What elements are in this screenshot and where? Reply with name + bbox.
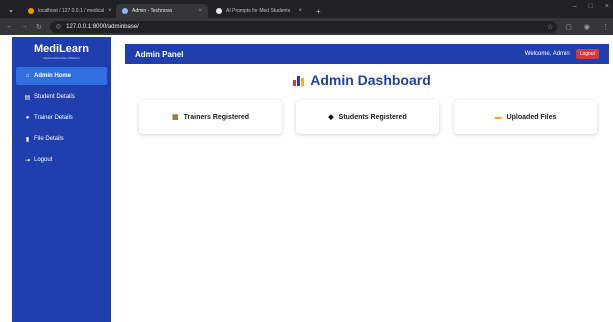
admin-header: Admin Panel Welcome, Admin Logout <box>125 44 609 64</box>
sidebar-item-label: File Details <box>34 136 64 142</box>
tab-favicon-icon <box>28 8 34 14</box>
extensions-icon[interactable]: ▢ <box>565 23 572 31</box>
sidebar-nav: ⌂ Admin Home ▤ Student Details ● Trainer… <box>12 65 111 169</box>
main-content: Admin Panel Welcome, Admin Logout Admin … <box>111 37 613 322</box>
card-label: Students Registered <box>338 113 407 121</box>
brand-name: MediLearn <box>33 42 89 55</box>
tab-label: localhost / 127.0.0.1 / medical <box>38 8 105 14</box>
logout-button[interactable]: Logout <box>575 49 599 59</box>
tab-close-icon[interactable]: × <box>198 8 202 14</box>
card-uploaded-files[interactable]: ▬ Uploaded Files <box>454 100 597 134</box>
sidebar-item-file-details[interactable]: ▮ File Details <box>16 130 107 148</box>
tab-label: Admin - Technova <box>132 8 172 14</box>
bookmark-star-icon[interactable]: ☆ <box>547 23 553 31</box>
sidebar-item-label: Admin Home <box>34 73 72 79</box>
brand-logo[interactable]: MediLearn Medical Education Platform <box>12 37 111 65</box>
reload-icon[interactable]: ↻ <box>36 23 42 31</box>
url-text: 127.0.0.1:8000/adminbase/ <box>66 23 139 30</box>
tab-close-icon[interactable]: × <box>108 8 112 14</box>
welcome-text: Welcome, Admin <box>524 51 570 57</box>
sidebar-item-label: Logout <box>34 157 53 163</box>
profile-icon[interactable]: ◉ <box>584 23 590 31</box>
new-tab-icon: + <box>316 6 321 16</box>
tab-label: AI Prompts for Med Students <box>226 8 291 14</box>
trainers-icon: ▦ <box>172 114 179 121</box>
file-icon: ▮ <box>25 136 30 143</box>
logout-icon: ⇥ <box>24 157 31 164</box>
folder-icon: ▬ <box>494 113 502 121</box>
tab-favicon-icon <box>122 8 128 14</box>
tab-localhost[interactable]: localhost / 127.0.0.1 / medical × <box>22 4 114 18</box>
brand-tagline: Medical Education Platform <box>43 55 80 60</box>
window-controls: – □ × <box>573 3 609 10</box>
page-title: Admin Panel <box>135 49 184 59</box>
close-window-icon[interactable]: × <box>605 3 609 10</box>
card-students-registered[interactable]: ◆ Students Registered <box>296 100 439 134</box>
sidebar-item-student-details[interactable]: ▤ Student Details <box>16 88 107 106</box>
sidebar-item-admin-home[interactable]: ⌂ Admin Home <box>16 67 107 85</box>
new-tab-button[interactable]: + <box>310 4 324 18</box>
minimize-icon[interactable]: – <box>573 3 577 10</box>
sidebar-item-trainer-details[interactable]: ● Trainer Details <box>16 109 107 127</box>
tab-favicon-icon <box>216 8 222 14</box>
browser-toolbar: ← → ↻ ◎ 127.0.0.1:8000/adminbase/ ☆ ▢ ◉ … <box>0 18 613 35</box>
dashboard-title: Admin Dashboard <box>310 72 431 88</box>
card-label: Trainers Registered <box>183 113 249 121</box>
sidebar-item-label: Student Details <box>34 94 75 100</box>
menu-icon[interactable]: ⋮ <box>602 23 609 31</box>
maximize-icon[interactable]: □ <box>589 3 593 10</box>
site-info-icon[interactable]: ◎ <box>56 23 61 30</box>
sidebar-item-logout[interactable]: ⇥ Logout <box>16 151 107 169</box>
sidebar-item-label: Trainer Details <box>34 115 73 121</box>
user-icon: ● <box>25 115 30 121</box>
dashboard-heading: Admin Dashboard <box>111 72 613 88</box>
card-label: Uploaded Files <box>506 113 557 121</box>
back-arrow-icon[interactable]: ← <box>6 23 13 30</box>
students-icon: ▤ <box>24 94 31 101</box>
tab-ai-prompts[interactable]: AI Prompts for Med Students × <box>210 4 308 18</box>
graduation-cap-icon: ◆ <box>328 114 334 121</box>
browser-tab-bar: ▾ localhost / 127.0.0.1 / medical × Admi… <box>0 0 613 18</box>
forward-arrow-icon[interactable]: → <box>21 23 28 30</box>
home-icon: ⌂ <box>25 73 30 79</box>
address-bar[interactable]: ◎ 127.0.0.1:8000/adminbase/ <box>49 20 557 33</box>
tab-admin-technova[interactable]: Admin - Technova × <box>116 4 208 18</box>
sidebar: MediLearn Medical Education Platform ⌂ A… <box>12 37 111 322</box>
card-trainers-registered[interactable]: ▦ Trainers Registered <box>139 100 282 134</box>
bar-chart-icon <box>293 75 305 86</box>
tab-search-icon[interactable]: ▾ <box>0 4 22 18</box>
tab-close-icon[interactable]: × <box>298 8 302 14</box>
